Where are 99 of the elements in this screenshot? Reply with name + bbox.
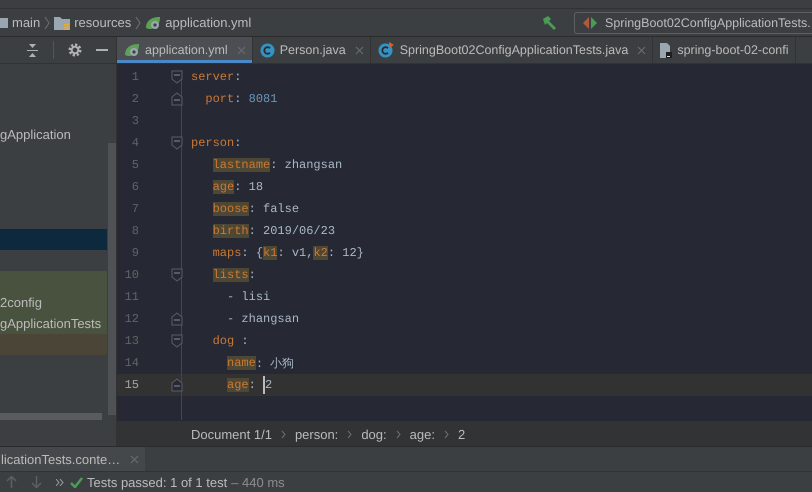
code-text: - zhangsan	[227, 312, 300, 326]
line-number: 2	[130, 92, 139, 106]
code-text: : false	[248, 202, 300, 216]
scrollbar-thumb[interactable]	[108, 143, 116, 415]
code-text: : 18	[234, 180, 264, 194]
line-number: 14	[124, 356, 139, 370]
line-number: 3	[130, 114, 139, 128]
tree-row[interactable]: 2config	[0, 292, 107, 313]
yaml-key: dog	[212, 334, 234, 348]
more-icon[interactable]	[56, 478, 64, 486]
breadcrumb-item[interactable]: application.yml	[165, 15, 252, 30]
yaml-key: lastname	[212, 158, 270, 172]
yaml-key: age	[212, 180, 234, 194]
folder-icon	[54, 16, 70, 30]
test-duration: – 440 ms	[231, 474, 285, 490]
tree-row[interactable]: gApplicationTests	[0, 313, 107, 334]
yaml-key: maps	[212, 246, 242, 260]
chevron-icon	[280, 430, 286, 438]
number-value: 8081	[248, 92, 278, 106]
line-number: 15	[124, 378, 139, 392]
breadcrumb-item[interactable]: age:	[410, 426, 435, 442]
yaml-key: port	[205, 92, 234, 106]
breadcrumb-item[interactable]: Document 1/1	[191, 426, 272, 442]
fold-icon[interactable]	[171, 136, 183, 150]
line-number: 12	[124, 312, 139, 326]
code-text: :	[248, 268, 256, 282]
yaml-key: age	[227, 378, 249, 392]
yaml-key: lists	[212, 268, 249, 282]
line-number: 9	[130, 246, 139, 260]
close-icon[interactable]	[354, 46, 364, 54]
line-number: 7	[130, 202, 139, 216]
unfold-icon[interactable]	[171, 312, 183, 326]
module-icon	[0, 18, 8, 28]
close-icon[interactable]	[236, 46, 246, 54]
yaml-key: k2	[313, 246, 328, 260]
file-icon	[660, 42, 672, 58]
line-number: 8	[130, 224, 139, 238]
code-text: : 12}	[328, 246, 364, 260]
settings-icon[interactable]	[68, 43, 82, 57]
yaml-key: birth	[212, 224, 249, 238]
breadcrumb-item[interactable]: dog:	[361, 426, 387, 442]
yaml-key: name	[227, 356, 256, 370]
chevron-icon	[444, 430, 449, 438]
close-icon[interactable]	[637, 46, 646, 54]
yaml-key: boose	[212, 202, 249, 216]
collapse-icon[interactable]	[26, 44, 39, 56]
class-icon	[260, 42, 275, 58]
test-status-text: Tests passed: 1 of 1 test	[87, 474, 228, 490]
editor-tab[interactable]: Person.java	[252, 37, 371, 63]
code-text: : 小狗	[256, 356, 294, 372]
test-class-icon	[378, 42, 395, 58]
code-text: : zhangsan	[270, 158, 342, 172]
chevron-icon	[347, 430, 352, 438]
leaf-gear-icon	[145, 16, 162, 30]
up-arrow-icon[interactable]	[6, 476, 17, 488]
run-config-icon	[583, 16, 597, 28]
line-number: 5	[130, 158, 139, 172]
tree-row[interactable]: gApplication	[0, 124, 107, 145]
breadcrumb-item[interactable]: resources	[74, 15, 132, 30]
code-text: :	[241, 334, 249, 348]
chevron-icon	[44, 16, 50, 30]
code-text: 2	[265, 378, 272, 392]
yaml-key: server	[191, 70, 234, 84]
code-text: :	[234, 92, 242, 106]
breadcrumb-item[interactable]: 2	[458, 426, 466, 442]
editor-tab[interactable]: spring-boot-02-confi	[653, 37, 796, 63]
editor-tab[interactable]: application.yml	[117, 37, 253, 63]
unfold-icon[interactable]	[171, 378, 183, 392]
line-number: 13	[124, 334, 139, 348]
yaml-key: person	[191, 136, 234, 150]
editor-tab[interactable]: SpringBoot02ConfigApplicationTests.java	[370, 37, 654, 63]
fold-icon[interactable]	[171, 70, 183, 84]
line-number: 1	[130, 70, 139, 84]
line-number: 6	[130, 180, 139, 194]
scrollbar-thumb[interactable]	[0, 413, 102, 420]
chevron-icon	[396, 430, 401, 438]
code-text: : {	[241, 246, 264, 260]
line-number: 11	[124, 290, 139, 304]
fold-icon[interactable]	[171, 334, 183, 348]
code-text: : 2019/06/23	[248, 224, 336, 238]
close-icon[interactable]	[130, 454, 140, 464]
unfold-icon[interactable]	[171, 92, 183, 106]
hammer-icon[interactable]	[542, 14, 558, 30]
line-number: 4	[130, 136, 139, 150]
fold-icon[interactable]	[171, 268, 183, 282]
run-configuration-dropdown[interactable]: SpringBoot02ConfigApplicationTests.	[574, 12, 812, 34]
code-text: :	[234, 70, 242, 84]
breadcrumb-item[interactable]: person:	[294, 426, 338, 442]
run-tab[interactable]: licationTests.conte…	[0, 447, 146, 471]
code-text: :	[248, 378, 257, 392]
chevron-icon	[135, 16, 142, 30]
down-arrow-icon[interactable]	[31, 476, 42, 488]
code-text: - lisi	[227, 290, 270, 304]
line-number: 10	[124, 268, 139, 282]
leaf-gear-icon	[124, 43, 140, 57]
code-text: :	[234, 136, 242, 150]
yaml-key: k1	[263, 246, 278, 260]
breadcrumb-item[interactable]: main	[12, 15, 40, 30]
code-text: : v1,	[277, 246, 314, 260]
